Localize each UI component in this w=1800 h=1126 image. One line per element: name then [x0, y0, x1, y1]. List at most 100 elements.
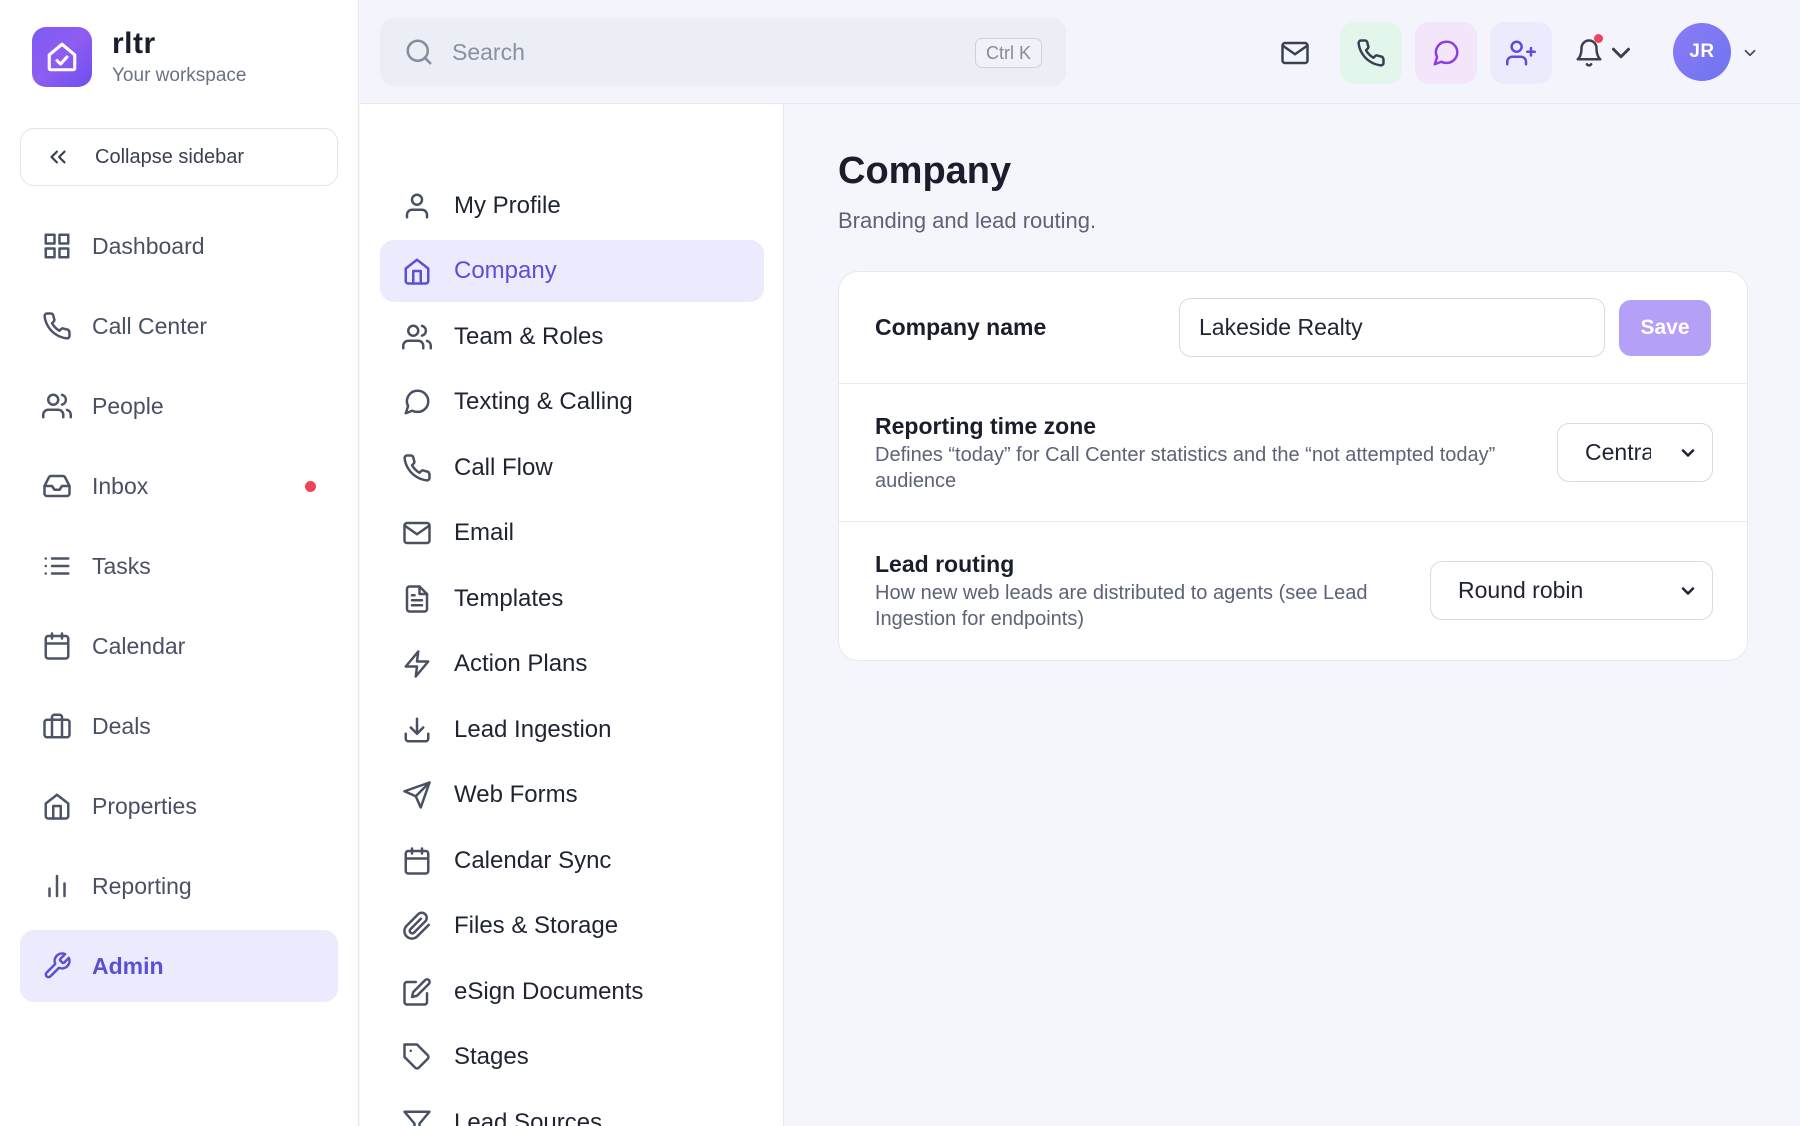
collapse-sidebar-button[interactable]: Collapse sidebar	[20, 128, 338, 186]
sidebar-item-label: Inbox	[92, 472, 149, 499]
notification-dot	[1594, 34, 1603, 43]
sidebar-item-dashboard[interactable]: Dashboard	[20, 210, 338, 282]
workspace-name: Your workspace	[112, 65, 247, 86]
chevron-down-icon	[1681, 449, 1695, 457]
settings-item-label: Web Forms	[454, 781, 578, 808]
inbox-icon	[43, 474, 71, 498]
home-icon	[404, 258, 430, 285]
settings-item-esign-documents[interactable]: eSign Documents	[380, 961, 764, 1023]
brand: rltr Your workspace	[32, 27, 246, 87]
company-name-label: Company name	[875, 314, 1047, 340]
page-subtitle: Branding and lead routing.	[838, 208, 1097, 233]
settings-item-lead-ingestion[interactable]: Lead Ingestion	[380, 699, 764, 761]
collapse-sidebar-label: Collapse sidebar	[95, 145, 244, 168]
settings-item-my-profile[interactable]: My Profile	[380, 175, 764, 237]
search-bar[interactable]: Ctrl K	[380, 18, 1066, 86]
settings-item-email[interactable]: Email	[380, 502, 764, 564]
timezone-selected-value: Central	[1585, 439, 1651, 465]
settings-item-templates[interactable]: Templates	[380, 568, 764, 630]
timezone-row: Reporting time zone Defines “today” for …	[839, 384, 1747, 522]
notifications-button[interactable]	[1570, 22, 1640, 84]
settings-item-label: Call Flow	[454, 454, 553, 481]
lead-routing-description: How new web leads are distributed to age…	[875, 582, 1368, 630]
sidebar-item-label: Tasks	[92, 552, 151, 579]
sidebar-item-label: Reporting	[92, 872, 192, 899]
email-button[interactable]	[1264, 22, 1326, 84]
settings-item-label: My Profile	[454, 192, 561, 219]
sidebar-item-properties[interactable]: Properties	[20, 770, 338, 842]
sidebar-item-admin[interactable]: Admin	[20, 930, 338, 1002]
phone-button[interactable]	[1340, 22, 1402, 84]
lightning-icon	[404, 650, 430, 678]
user-plus-icon	[1506, 40, 1536, 66]
sidebar-item-people[interactable]: People	[20, 370, 338, 442]
messages-button[interactable]	[1415, 22, 1477, 84]
sidebar-item-label: Calendar	[92, 632, 186, 659]
download-icon	[404, 717, 430, 743]
settings-nav: My Profile Company Team & Roles Texting …	[360, 104, 784, 1126]
chevron-down-icon[interactable]	[1741, 44, 1759, 62]
briefcase-icon	[43, 713, 71, 739]
sidebar-item-calendar[interactable]: Calendar	[20, 610, 338, 682]
settings-item-files-storage[interactable]: Files & Storage	[380, 895, 764, 957]
chevron-down-icon	[1612, 47, 1630, 59]
search-shortcut-badge: Ctrl K	[975, 38, 1042, 68]
settings-item-label: Calendar Sync	[454, 847, 612, 874]
users-icon	[42, 393, 72, 419]
timezone-select[interactable]: Central	[1557, 423, 1713, 482]
phone-icon	[1357, 39, 1385, 67]
sidebar-item-deals[interactable]: Deals	[20, 690, 338, 762]
user-icon	[405, 193, 429, 219]
lead-routing-row: Lead routing How new web leads are distr…	[839, 522, 1747, 660]
settings-item-action-plans[interactable]: Action Plans	[380, 633, 764, 695]
grid-icon	[44, 233, 70, 259]
users-icon	[402, 324, 432, 350]
filter-icon	[403, 1110, 431, 1126]
mail-icon	[1281, 41, 1309, 65]
chevron-down-icon	[1681, 587, 1695, 595]
bar-chart-icon	[48, 874, 66, 898]
settings-item-team-roles[interactable]: Team & Roles	[380, 306, 764, 368]
save-button[interactable]: Save	[1619, 300, 1711, 356]
settings-item-label: Team & Roles	[454, 323, 604, 350]
search-input[interactable]	[452, 38, 932, 66]
sidebar-item-label: Deals	[92, 712, 151, 739]
topbar: Ctrl K JR	[360, 0, 1800, 104]
sidebar-item-inbox[interactable]: Inbox	[20, 450, 338, 522]
calendar-icon	[44, 632, 70, 660]
sidebar-item-call-center[interactable]: Call Center	[20, 290, 338, 362]
settings-item-label: Templates	[454, 585, 564, 612]
chevrons-left-icon	[50, 150, 66, 164]
settings-item-call-flow[interactable]: Call Flow	[380, 437, 764, 499]
settings-item-company[interactable]: Company	[380, 240, 764, 302]
settings-item-texting-calling[interactable]: Texting & Calling	[380, 371, 764, 433]
logo-icon[interactable]	[32, 27, 92, 87]
lead-routing-selected-value: Round robin	[1458, 577, 1584, 603]
wrench-icon	[44, 952, 71, 979]
settings-item-label: Email	[454, 519, 515, 546]
settings-item-stages[interactable]: Stages	[380, 1026, 764, 1088]
add-contact-button[interactable]	[1490, 22, 1552, 84]
main-nav: Dashboard Call Center People Inbox Tasks…	[20, 210, 338, 1010]
phone-icon	[43, 312, 71, 340]
user-avatar[interactable]: JR	[1673, 23, 1731, 81]
timezone-description: Defines “today” for Call Center statisti…	[875, 444, 1496, 492]
settings-item-web-forms[interactable]: Web Forms	[380, 764, 764, 826]
company-name-input[interactable]	[1179, 298, 1605, 357]
edit-icon	[403, 978, 431, 1006]
sidebar-item-reporting[interactable]: Reporting	[20, 850, 338, 922]
sidebar-item-label: People	[92, 392, 164, 419]
settings-item-label: Lead Sources	[454, 1109, 603, 1126]
document-icon	[405, 585, 429, 613]
settings-item-lead-sources[interactable]: Lead Sources	[380, 1092, 764, 1126]
settings-item-label: Lead Ingestion	[454, 716, 612, 743]
sidebar-item-tasks[interactable]: Tasks	[20, 530, 338, 602]
lead-routing-select[interactable]: Round robin	[1430, 561, 1713, 620]
sidebar-item-label: Admin	[92, 952, 164, 979]
list-icon	[44, 557, 70, 575]
company-name-row: Company name Save	[839, 272, 1747, 384]
app-name: rltr	[112, 27, 156, 60]
settings-item-calendar-sync[interactable]: Calendar Sync	[380, 830, 764, 892]
settings-item-label: Files & Storage	[454, 912, 619, 939]
sidebar-item-label: Dashboard	[92, 232, 205, 259]
